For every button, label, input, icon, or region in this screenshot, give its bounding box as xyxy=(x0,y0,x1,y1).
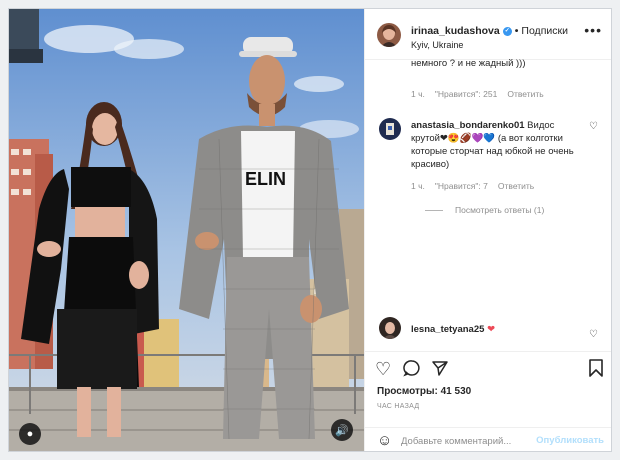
comment-time: 1 ч. xyxy=(411,89,425,99)
comment-likes[interactable]: "Нравится": 251 xyxy=(435,89,497,99)
comment-text-a: Видос xyxy=(527,120,555,131)
commenter-avatar[interactable] xyxy=(379,118,401,140)
comment-bubble xyxy=(403,360,420,377)
post-video[interactable]: ELIN ● 🔊 xyxy=(9,9,364,451)
share-icon[interactable] xyxy=(431,359,449,382)
views-count[interactable]: Просмотры: 41 530 xyxy=(377,386,471,397)
header-username-row: irinaa_kudashova ✓ • Подписки xyxy=(411,25,568,37)
comments-list: немного ? и не жадный ))) 1 ч. "Нравится"… xyxy=(365,59,611,351)
post-window: ELIN ● 🔊 irinaa_kudashova ✓ • Подписки K… xyxy=(8,8,612,452)
comment-meta: 1 ч. "Нравится": 7 Ответить xyxy=(411,181,544,191)
avatar-image xyxy=(379,317,401,339)
comment-partial-text: немного ? и не жадный ))) xyxy=(411,59,526,69)
post-header: irinaa_kudashova ✓ • Подписки Kyiv, Ukraine… xyxy=(365,9,611,60)
shirt-print: ELIN xyxy=(245,169,286,189)
view-replies-button[interactable]: Посмотреть ответы (1) xyxy=(425,205,544,215)
comment-icon[interactable] xyxy=(403,359,421,382)
add-comment-bar: ☺ Опубликовать xyxy=(365,427,611,451)
emoji-icon[interactable]: ☺ xyxy=(377,432,392,449)
comment-input[interactable] xyxy=(401,433,551,449)
comment-text-b: крутой xyxy=(411,133,440,144)
follow-button[interactable]: Подписки xyxy=(521,25,568,37)
sound-toggle-icon[interactable]: 🔊 xyxy=(331,419,353,441)
verified-icon: ✓ xyxy=(502,26,512,36)
publish-button[interactable]: Опубликовать xyxy=(536,435,604,446)
comment-body: lesna_tetyana25 ❤ xyxy=(411,323,495,336)
user-tags-icon[interactable]: ● xyxy=(19,423,41,445)
location-link[interactable]: Kyiv, Ukraine xyxy=(411,40,463,50)
like-comment-heart-icon[interactable]: ♡ xyxy=(589,329,598,340)
video-frame: ELIN xyxy=(9,9,364,451)
bookmark-shape xyxy=(589,359,603,377)
avatar-image xyxy=(377,23,401,47)
comment-username[interactable]: anastasia_bondarenko01 xyxy=(411,120,525,131)
post-time[interactable]: ЧАС НАЗАД xyxy=(377,403,419,410)
comment-emoji: ❤ xyxy=(487,324,496,335)
comment-time: 1 ч. xyxy=(411,181,425,191)
comment-body: anastasia_bondarenko01 Видос крутой❤😍🏈💜💙… xyxy=(411,119,599,171)
like-comment-heart-icon[interactable]: ♡ xyxy=(589,121,598,132)
like-heart-icon[interactable]: ♡ xyxy=(375,359,391,380)
share-arrow xyxy=(432,361,448,376)
replies-divider xyxy=(425,209,443,211)
comment-emojis: ❤😍🏈💜💙 xyxy=(439,133,496,144)
bookmark-icon[interactable] xyxy=(588,359,604,382)
post-side-panel: irinaa_kudashova ✓ • Подписки Kyiv, Ukraine… xyxy=(364,9,611,451)
comment-username[interactable]: lesna_tetyana25 xyxy=(411,324,484,335)
avatar[interactable] xyxy=(377,23,401,47)
commenter-avatar[interactable] xyxy=(379,317,401,339)
view-replies-label: Посмотреть ответы (1) xyxy=(455,205,545,215)
username-link[interactable]: irinaa_kudashova xyxy=(411,25,500,37)
separator-dot: • xyxy=(514,25,519,37)
comment-meta: 1 ч. "Нравится": 251 Ответить xyxy=(411,89,554,99)
avatar-image xyxy=(379,118,401,140)
post-actions: ♡ Просмотры: 41 530 ЧАС НАЗАД xyxy=(365,351,611,428)
comment-likes[interactable]: "Нравится": 7 xyxy=(435,181,488,191)
reply-button[interactable]: Ответить xyxy=(507,89,543,99)
ellipsis-icon[interactable]: ••• xyxy=(584,22,602,38)
reply-button[interactable]: Ответить xyxy=(498,181,534,191)
